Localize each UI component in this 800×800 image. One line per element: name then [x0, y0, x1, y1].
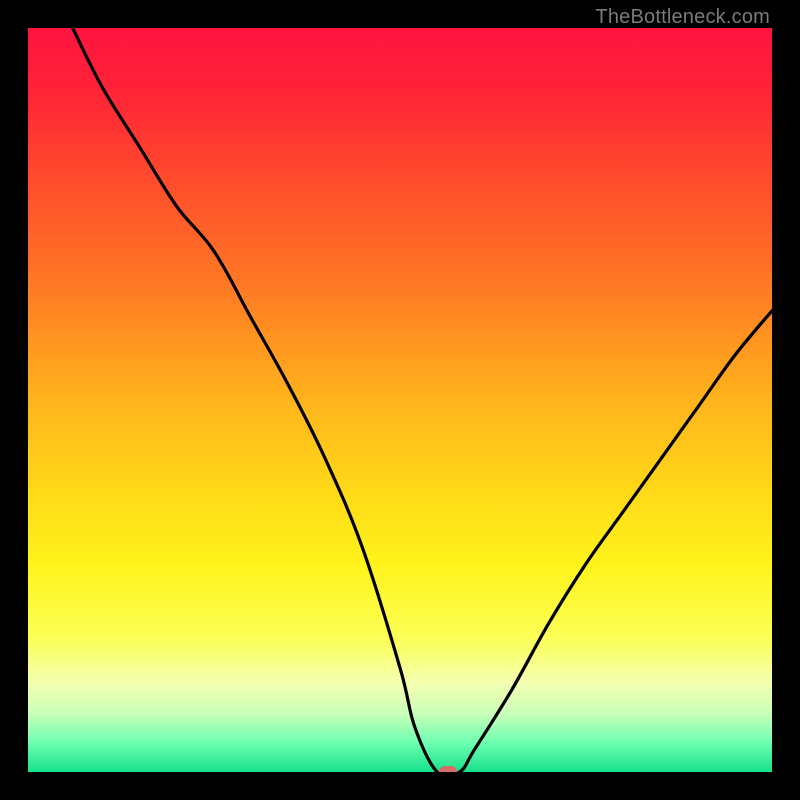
bottleneck-curve: [28, 28, 772, 772]
chart-frame: { "watermark": "TheBottleneck.com", "col…: [0, 0, 800, 800]
plot-area: [28, 28, 772, 772]
optimal-point-marker: [439, 766, 457, 772]
watermark-text: TheBottleneck.com: [595, 6, 770, 29]
